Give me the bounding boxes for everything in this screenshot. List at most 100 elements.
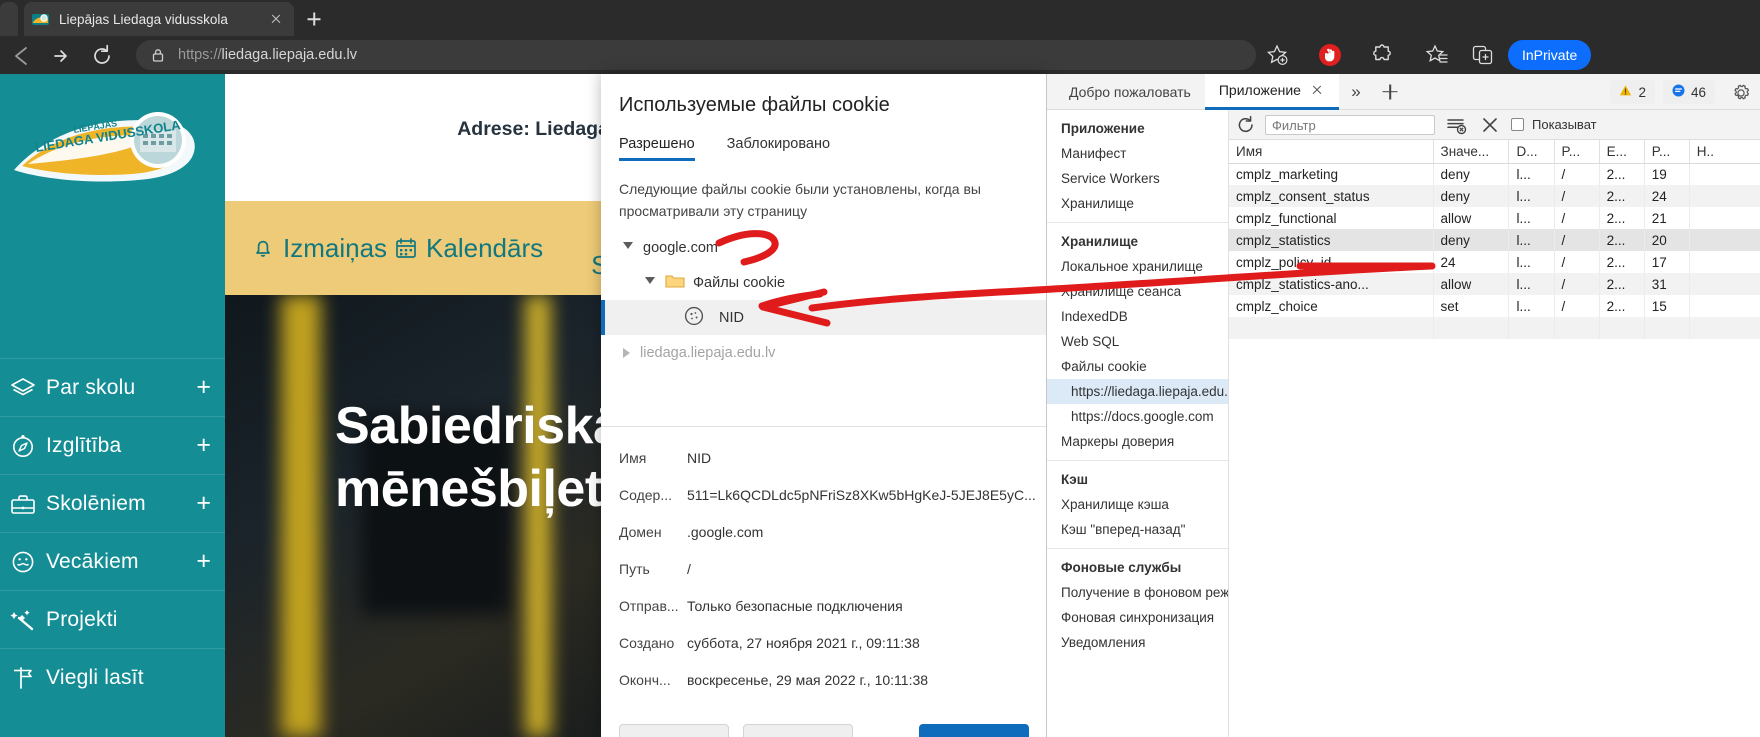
devtools-item-cookie-origin-liedaga[interactable]: https://liedaga.liepaja.edu.lv bbox=[1047, 379, 1228, 404]
tree-node-cookies-folder[interactable]: Файлы cookie bbox=[601, 265, 1046, 300]
tree-node-nid[interactable]: NID bbox=[601, 300, 1046, 335]
cell-domain: l... bbox=[1508, 185, 1555, 207]
adblock-icon[interactable] bbox=[1315, 40, 1345, 70]
column-httponly[interactable]: H.. bbox=[1689, 140, 1760, 164]
caret-right-icon[interactable] bbox=[623, 347, 630, 358]
table-row[interactable]: cmplz_functional allow l... / 2... 21 bbox=[1229, 207, 1760, 229]
quicklink-izmainas[interactable]: Izmaiņas bbox=[250, 233, 387, 264]
cell-httponly bbox=[1689, 295, 1760, 317]
column-size[interactable]: P... bbox=[1644, 140, 1690, 164]
table-row[interactable]: cmplz_policy_id 24 l... / 2... 17 bbox=[1229, 251, 1760, 273]
close-icon[interactable] bbox=[1309, 82, 1325, 98]
devtools-item-manifest[interactable]: Манифест bbox=[1047, 141, 1228, 166]
caret-down-icon[interactable] bbox=[645, 276, 655, 289]
column-domain[interactable]: D... bbox=[1508, 140, 1555, 164]
gear-icon[interactable] bbox=[1727, 80, 1755, 106]
column-path[interactable]: P... bbox=[1554, 140, 1600, 164]
message-count: 46 bbox=[1690, 84, 1706, 100]
dialog-button-remove[interactable] bbox=[743, 724, 853, 737]
table-row[interactable]: cmplz_statistics-ano... allow l... / 2..… bbox=[1229, 273, 1760, 295]
browser-tab[interactable]: Liepājas Liedaga vidusskola bbox=[24, 2, 294, 36]
devtools-item-background-fetch[interactable]: Получение в фоновом режиме bbox=[1047, 580, 1228, 605]
devtools-item-web-sql[interactable]: Web SQL bbox=[1047, 329, 1228, 354]
sidebar-item-viegli-lasit[interactable]: Viegli lasīt bbox=[0, 648, 225, 706]
devtools-item-notifications[interactable]: Уведомления bbox=[1047, 630, 1228, 655]
detail-value: воскресенье, 29 мая 2022 г., 10:11:38 bbox=[687, 671, 929, 688]
collections-icon[interactable] bbox=[1422, 40, 1452, 70]
more-tabs-button[interactable]: » bbox=[1339, 74, 1373, 110]
add-panel-button[interactable] bbox=[1373, 74, 1407, 110]
devtools-item-session-storage[interactable]: Хранилище сеанса bbox=[1047, 279, 1228, 304]
caret-down-icon[interactable] bbox=[623, 241, 633, 254]
table-row[interactable]: cmplz_statistics deny l... / 2... 20 bbox=[1229, 229, 1760, 251]
column-name[interactable]: Имя bbox=[1229, 140, 1434, 164]
detail-key: Создано bbox=[619, 634, 675, 651]
table-row[interactable]: cmplz_consent_status deny l... / 2... 24 bbox=[1229, 185, 1760, 207]
inprivate-badge[interactable]: InPrivate bbox=[1508, 40, 1592, 70]
sidebar-item-skoleniem[interactable]: Skolēniem + bbox=[0, 474, 225, 532]
dialog-button-block[interactable] bbox=[619, 724, 729, 737]
forward-icon[interactable] bbox=[42, 42, 78, 72]
cell-name: cmplz_policy_id bbox=[1229, 251, 1434, 273]
tab-welcome[interactable]: Добро пожаловать bbox=[1055, 74, 1205, 110]
warning-badge[interactable]: 2 bbox=[1610, 80, 1655, 104]
split-screen-icon[interactable] bbox=[1468, 40, 1498, 70]
new-tab-button[interactable] bbox=[300, 6, 328, 32]
devtools-item-cookies[interactable]: Файлы cookie bbox=[1047, 354, 1228, 379]
extensions-icon[interactable] bbox=[1368, 40, 1398, 70]
lock-icon bbox=[150, 47, 166, 63]
devtools-panel: Добро пожаловать Приложение » 2 46 Прило… bbox=[1046, 74, 1760, 737]
detail-value: .google.com bbox=[687, 523, 764, 540]
detail-row: Отправ... Только безопасные подключения bbox=[601, 587, 1046, 624]
sidebar-item-projekti[interactable]: Projekti bbox=[0, 590, 225, 648]
devtools-item-service-workers[interactable]: Service Workers bbox=[1047, 166, 1228, 191]
devtools-item-trust-tokens[interactable]: Маркеры доверия bbox=[1047, 429, 1228, 454]
message-badge[interactable]: 46 bbox=[1662, 80, 1715, 104]
compass-icon bbox=[8, 431, 38, 461]
favorite-add-icon[interactable] bbox=[1262, 40, 1292, 70]
devtools-item-background-sync[interactable]: Фоновая синхронизация bbox=[1047, 605, 1228, 630]
tab-blocked[interactable]: Заблокировано bbox=[727, 136, 830, 161]
reload-icon[interactable] bbox=[84, 42, 120, 72]
address-bar[interactable]: https://liedaga.liepaja.edu.lv bbox=[136, 40, 1256, 70]
back-icon[interactable] bbox=[4, 42, 40, 72]
tab-application[interactable]: Приложение bbox=[1204, 74, 1339, 110]
detail-value: Только безопасные подключения bbox=[687, 597, 903, 614]
clear-all-icon[interactable] bbox=[1443, 114, 1469, 136]
table-row[interactable]: cmplz_marketing deny l... / 2... 19 bbox=[1229, 163, 1760, 185]
expand-icon[interactable]: + bbox=[196, 549, 211, 574]
refresh-icon[interactable] bbox=[1235, 114, 1257, 136]
cell-empty bbox=[1554, 317, 1600, 339]
cell-path: / bbox=[1554, 229, 1600, 251]
expand-icon[interactable]: + bbox=[196, 375, 211, 400]
quicklink-kalendars[interactable]: Kalendārs bbox=[393, 233, 543, 264]
filter-input[interactable]: Фильтр bbox=[1265, 114, 1435, 135]
dialog-button-done[interactable] bbox=[919, 724, 1029, 737]
sidebar-item-izglitiba[interactable]: Izglītība + bbox=[0, 416, 225, 474]
tree-node-google-com[interactable]: google.com bbox=[601, 230, 1046, 265]
close-icon[interactable] bbox=[266, 9, 286, 29]
expand-icon[interactable]: + bbox=[196, 491, 211, 516]
cell-path: / bbox=[1554, 185, 1600, 207]
signpost-icon bbox=[8, 663, 38, 693]
devtools-item-cache-storage[interactable]: Хранилище кэша bbox=[1047, 492, 1228, 517]
devtools-item-back-forward-cache[interactable]: Кэш "вперед-назад" bbox=[1047, 517, 1228, 542]
cell-expires: 2... bbox=[1599, 295, 1645, 317]
column-value[interactable]: Значе... bbox=[1433, 140, 1510, 164]
expand-icon[interactable]: + bbox=[196, 433, 211, 458]
devtools-item-cookie-origin-docs-google[interactable]: https://docs.google.com bbox=[1047, 404, 1228, 429]
column-expires[interactable]: E... bbox=[1599, 140, 1645, 164]
devtools-item-local-storage[interactable]: Локальное хранилище bbox=[1047, 254, 1228, 279]
sidebar-item-par-skolu[interactable]: Par skolu + bbox=[0, 358, 225, 416]
tree-node-liedaga[interactable]: liedaga.liepaja.edu.lv bbox=[601, 335, 1046, 370]
devtools-item-storage[interactable]: Хранилище bbox=[1047, 191, 1228, 216]
devtools-item-indexeddb[interactable]: IndexedDB bbox=[1047, 304, 1228, 329]
cell-size: 19 bbox=[1644, 163, 1690, 185]
cell-path: / bbox=[1554, 273, 1600, 295]
tab-allowed[interactable]: Разрешено bbox=[619, 136, 695, 161]
show-url-decoded-checkbox[interactable] bbox=[1511, 118, 1524, 131]
delete-icon[interactable] bbox=[1477, 114, 1503, 136]
calendar-icon bbox=[393, 235, 419, 261]
sidebar-item-vecakiem[interactable]: Vecākiem + bbox=[0, 532, 225, 590]
table-row[interactable]: cmplz_choice set l... / 2... 15 bbox=[1229, 295, 1760, 317]
